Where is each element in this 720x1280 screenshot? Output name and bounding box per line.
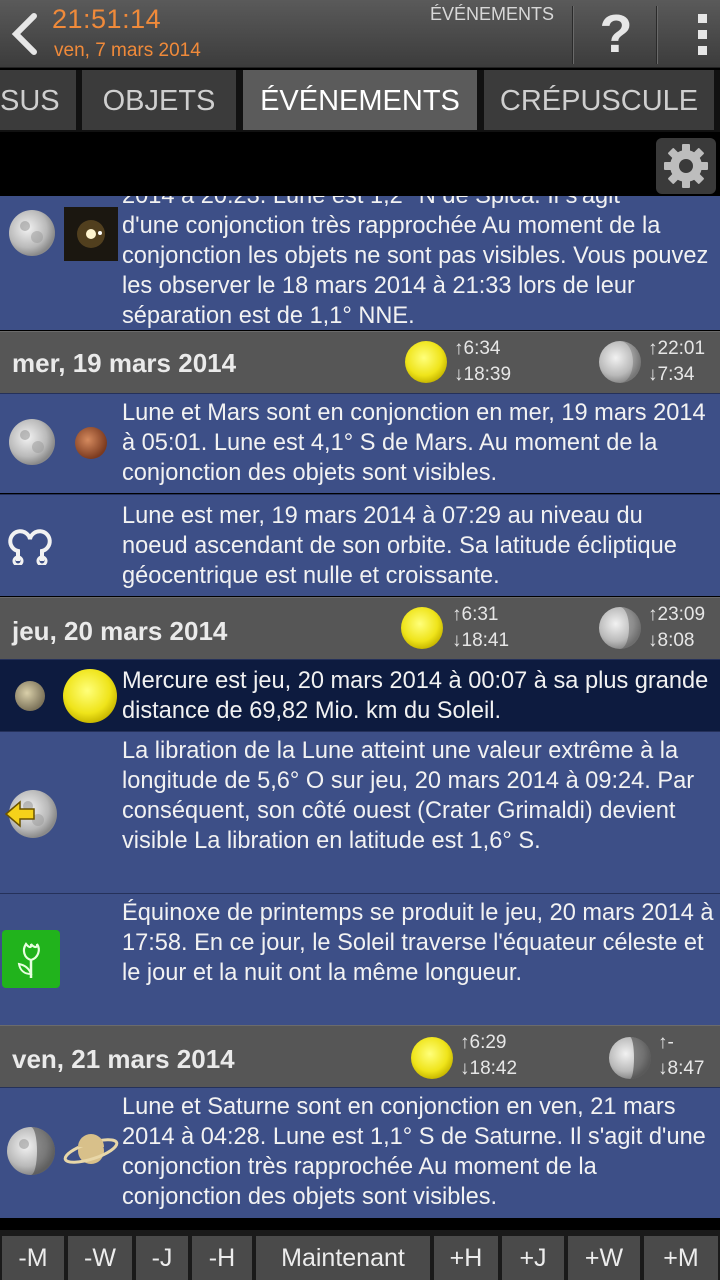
tab-bar: SUS OBJETS ÉVÉNEMENTS CRÉPUSCULE xyxy=(0,70,720,132)
minus-hour-button[interactable]: -H xyxy=(192,1236,252,1280)
day-title: ven, 21 mars 2014 xyxy=(12,1044,235,1074)
moon-phase-icon xyxy=(599,341,641,383)
moon-phase-icon xyxy=(609,1037,651,1079)
sun-icon xyxy=(405,341,447,383)
moonset-time: ↓7:34 xyxy=(648,364,695,385)
moon-icon xyxy=(7,1127,55,1175)
plus-month-button[interactable]: +M xyxy=(644,1236,718,1280)
action-bar: 21:51:14 ven, 7 mars 2014 ÉVÉNEMENTS ? xyxy=(0,0,720,68)
moon-phase-icon xyxy=(599,607,641,649)
moon-icon xyxy=(9,210,55,256)
moonset-time: ↓8:08 xyxy=(648,630,695,651)
settings-button[interactable] xyxy=(656,138,716,194)
spica-star-icon xyxy=(64,207,118,261)
current-date[interactable]: ven, 7 mars 2014 xyxy=(54,40,201,62)
sun-icon xyxy=(401,607,443,649)
moon-icon xyxy=(9,419,55,465)
events-list[interactable]: 2014 à 20:23. Lune est 1,2° N de Spica. … xyxy=(0,196,720,1218)
list-item[interactable]: Lune et Saturne sont en conjonction en v… xyxy=(0,1087,720,1218)
event-text: Lune et Saturne sont en conjonction en v… xyxy=(122,1094,706,1210)
divider xyxy=(572,6,574,64)
gear-icon xyxy=(664,144,708,188)
moonrise-time: ↑22:01 xyxy=(648,338,706,359)
list-item[interactable]: 2014 à 20:23. Lune est 1,2° N de Spica. … xyxy=(0,196,720,330)
day-title: jeu, 20 mars 2014 xyxy=(12,616,228,646)
current-time[interactable]: 21:51:14 xyxy=(52,4,161,35)
now-button[interactable]: Maintenant xyxy=(256,1236,430,1280)
help-button[interactable]: ? xyxy=(578,0,654,68)
saturn-icon xyxy=(63,1134,119,1164)
event-text: Équinoxe de printemps se produit le jeu,… xyxy=(122,900,714,986)
tab-crepuscule[interactable]: CRÉPUSCULE xyxy=(484,70,714,130)
event-text: Lune est mer, 19 mars 2014 à 07:29 au ni… xyxy=(122,503,677,589)
sunrise-time: ↑6:34 xyxy=(454,338,501,359)
screen-title: ÉVÉNEMENTS xyxy=(430,4,555,24)
sun-icon xyxy=(411,1037,453,1079)
day-header: mer, 19 mars 2014 ↑6:34 ↓18:39 ↑22:01 ↓7… xyxy=(0,331,720,393)
plus-week-button[interactable]: +W xyxy=(568,1236,640,1280)
list-item[interactable]: Équinoxe de printemps se produit le jeu,… xyxy=(0,893,720,1025)
moonrise-time: ↑- xyxy=(658,1032,674,1053)
event-text: Lune et Mars sont en conjonction en mer,… xyxy=(122,400,706,486)
event-text: d'une conjonction très rapprochée Au mom… xyxy=(122,213,709,329)
tab-dessus[interactable]: SUS xyxy=(0,70,76,130)
list-item[interactable]: La libration de la Lune atteint une vale… xyxy=(0,731,720,893)
event-text: La libration de la Lune atteint une vale… xyxy=(122,738,695,854)
list-item[interactable]: Lune est mer, 19 mars 2014 à 07:29 au ni… xyxy=(0,494,720,596)
sunset-time: ↓18:42 xyxy=(460,1058,518,1079)
divider xyxy=(656,6,658,64)
spring-equinox-icon xyxy=(2,930,60,988)
minus-month-button[interactable]: -M xyxy=(2,1236,64,1280)
list-item[interactable]: Lune et Mars sont en conjonction en mer,… xyxy=(0,393,720,493)
sunset-time: ↓18:39 xyxy=(454,364,512,385)
list-item[interactable]: Mercure est jeu, 20 mars 2014 à 00:07 à … xyxy=(0,659,720,731)
minus-day-button[interactable]: -J xyxy=(136,1236,188,1280)
day-title: mer, 19 mars 2014 xyxy=(12,348,237,378)
overflow-menu-icon[interactable] xyxy=(662,0,720,68)
moonset-time: ↓8:47 xyxy=(658,1058,705,1079)
moon-libration-icon xyxy=(4,790,57,838)
event-text: Mercure est jeu, 20 mars 2014 à 00:07 à … xyxy=(122,668,709,724)
day-header: ven, 21 mars 2014 ↑6:29 ↓18:42 ↑- ↓8:47 xyxy=(0,1025,720,1087)
mars-icon xyxy=(75,427,107,459)
day-header: jeu, 20 mars 2014 ↑6:31 ↓18:41 ↑23:09 ↓8… xyxy=(0,597,720,659)
mercury-icon xyxy=(15,681,45,711)
sun-icon xyxy=(63,669,117,723)
ascending-node-icon xyxy=(8,529,52,565)
sunrise-time: ↑6:31 xyxy=(452,604,499,625)
tab-objets[interactable]: OBJETS xyxy=(82,70,236,130)
sunrise-time: ↑6:29 xyxy=(460,1032,507,1053)
back-icon[interactable] xyxy=(8,10,44,58)
minus-week-button[interactable]: -W xyxy=(68,1236,132,1280)
time-navigation-bar: -M -W -J -H Maintenant +H +J +W +M xyxy=(0,1230,720,1280)
plus-hour-button[interactable]: +H xyxy=(434,1236,498,1280)
tab-evenements[interactable]: ÉVÉNEMENTS xyxy=(243,70,477,130)
sunset-time: ↓18:41 xyxy=(452,630,510,651)
event-text-clipped: 2014 à 20:23. Lune est 1,2° N de Spica. … xyxy=(122,196,620,209)
moonrise-time: ↑23:09 xyxy=(648,604,706,625)
plus-day-button[interactable]: +J xyxy=(502,1236,564,1280)
